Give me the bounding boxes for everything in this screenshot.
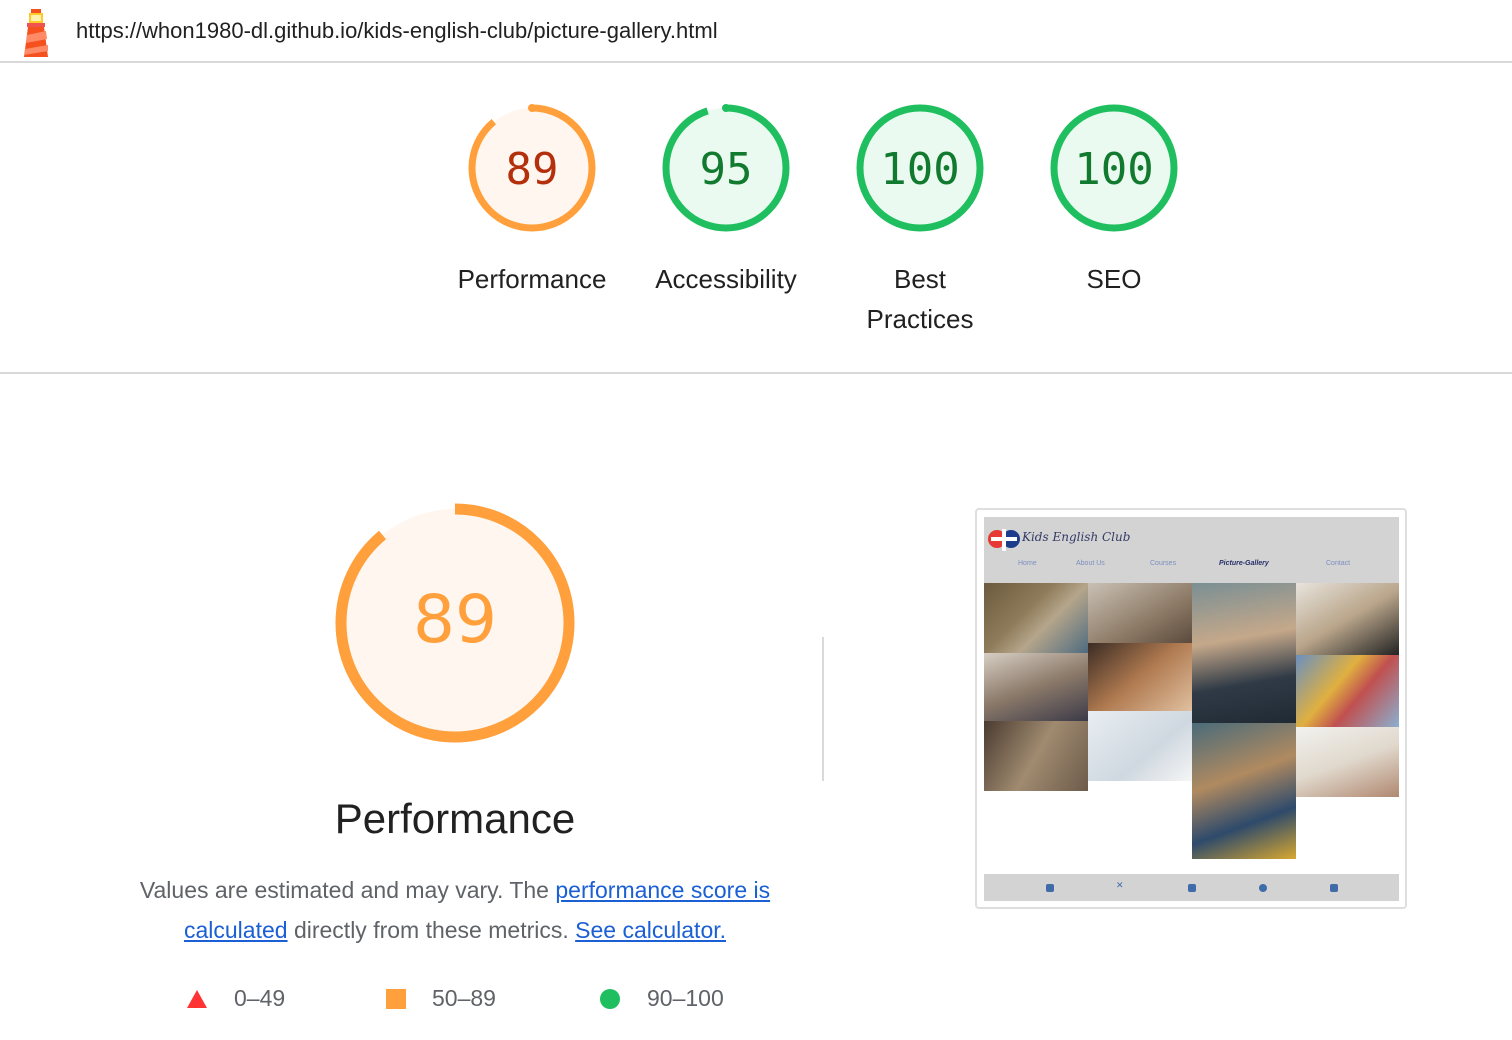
gauge-best-practices[interactable]: 100 Best Practices xyxy=(845,102,995,339)
legend-fail: 0–49 xyxy=(186,985,285,1012)
score-label: SEO xyxy=(1086,264,1142,294)
performance-gauge-large[interactable]: 89 xyxy=(335,503,575,743)
gallery-photo xyxy=(1088,643,1192,711)
score-value: 89 xyxy=(506,144,559,195)
performance-score-large: 89 xyxy=(413,581,497,658)
report-header: https://whon1980-dl.github.io/kids-engli… xyxy=(0,0,1512,63)
score-value: 100 xyxy=(880,144,959,195)
gauge-accessibility[interactable]: 95 Accessibility xyxy=(651,102,801,299)
see-calculator-link[interactable]: See calculator. xyxy=(575,917,726,943)
score-ring: 100 xyxy=(856,104,984,232)
club-logo-icon xyxy=(988,529,1020,551)
performance-title: Performance xyxy=(334,795,576,842)
gallery-photo xyxy=(1088,583,1192,643)
linkedin-icon xyxy=(1330,884,1338,892)
gauge-seo[interactable]: 100 SEO xyxy=(1039,102,1189,299)
legend-pass: 90–100 xyxy=(599,985,724,1012)
gallery-photo xyxy=(1296,583,1399,655)
gallery-photo xyxy=(984,653,1088,721)
page-url[interactable]: https://whon1980-dl.github.io/kids-engli… xyxy=(76,18,718,44)
pinterest-icon xyxy=(1259,884,1267,892)
score-ring: 95 xyxy=(662,104,790,232)
site-header: Kids English Club Home About Us Courses … xyxy=(984,517,1399,583)
legend-average: 50–89 xyxy=(386,985,496,1012)
youtube-icon xyxy=(1188,884,1196,892)
score-label: Accessibility xyxy=(655,264,797,294)
score-label: Best Practices xyxy=(866,264,974,334)
final-screenshot: Kids English Club Home About Us Courses … xyxy=(984,517,1399,901)
section-divider xyxy=(0,372,1512,374)
gallery-photo xyxy=(1088,711,1192,781)
gallery-photo xyxy=(1192,583,1296,723)
site-nav-gallery: Picture-Gallery xyxy=(1219,560,1269,567)
score-ring: 89 xyxy=(468,104,596,232)
gallery-photo xyxy=(1296,655,1399,727)
score-value: 100 xyxy=(1074,144,1153,195)
site-brand: Kids English Club xyxy=(1022,530,1131,544)
performance-description: Values are estimated and may vary. The p… xyxy=(139,877,771,943)
score-value: 95 xyxy=(700,144,753,195)
gallery-photo xyxy=(1192,723,1296,859)
gallery-photo xyxy=(1296,727,1399,797)
site-nav-about: About Us xyxy=(1076,560,1105,567)
x-icon: ✕ xyxy=(1116,880,1124,890)
gauge-performance[interactable]: 89 Performance xyxy=(457,102,607,299)
lighthouse-icon xyxy=(24,9,48,57)
vertical-divider xyxy=(822,637,824,781)
site-nav-home: Home xyxy=(1018,560,1037,567)
site-footer: ✕ xyxy=(984,874,1399,901)
gallery-photo xyxy=(984,583,1088,653)
gallery-photo xyxy=(984,721,1088,791)
triangle-icon xyxy=(187,989,207,1008)
square-icon xyxy=(386,988,406,1009)
facebook-icon xyxy=(1046,884,1054,892)
site-nav-contact: Contact xyxy=(1326,560,1351,567)
site-nav-courses: Courses xyxy=(1150,560,1177,567)
circle-icon xyxy=(600,988,620,1009)
score-label: Performance xyxy=(457,264,607,294)
score-ring: 100 xyxy=(1050,104,1178,232)
